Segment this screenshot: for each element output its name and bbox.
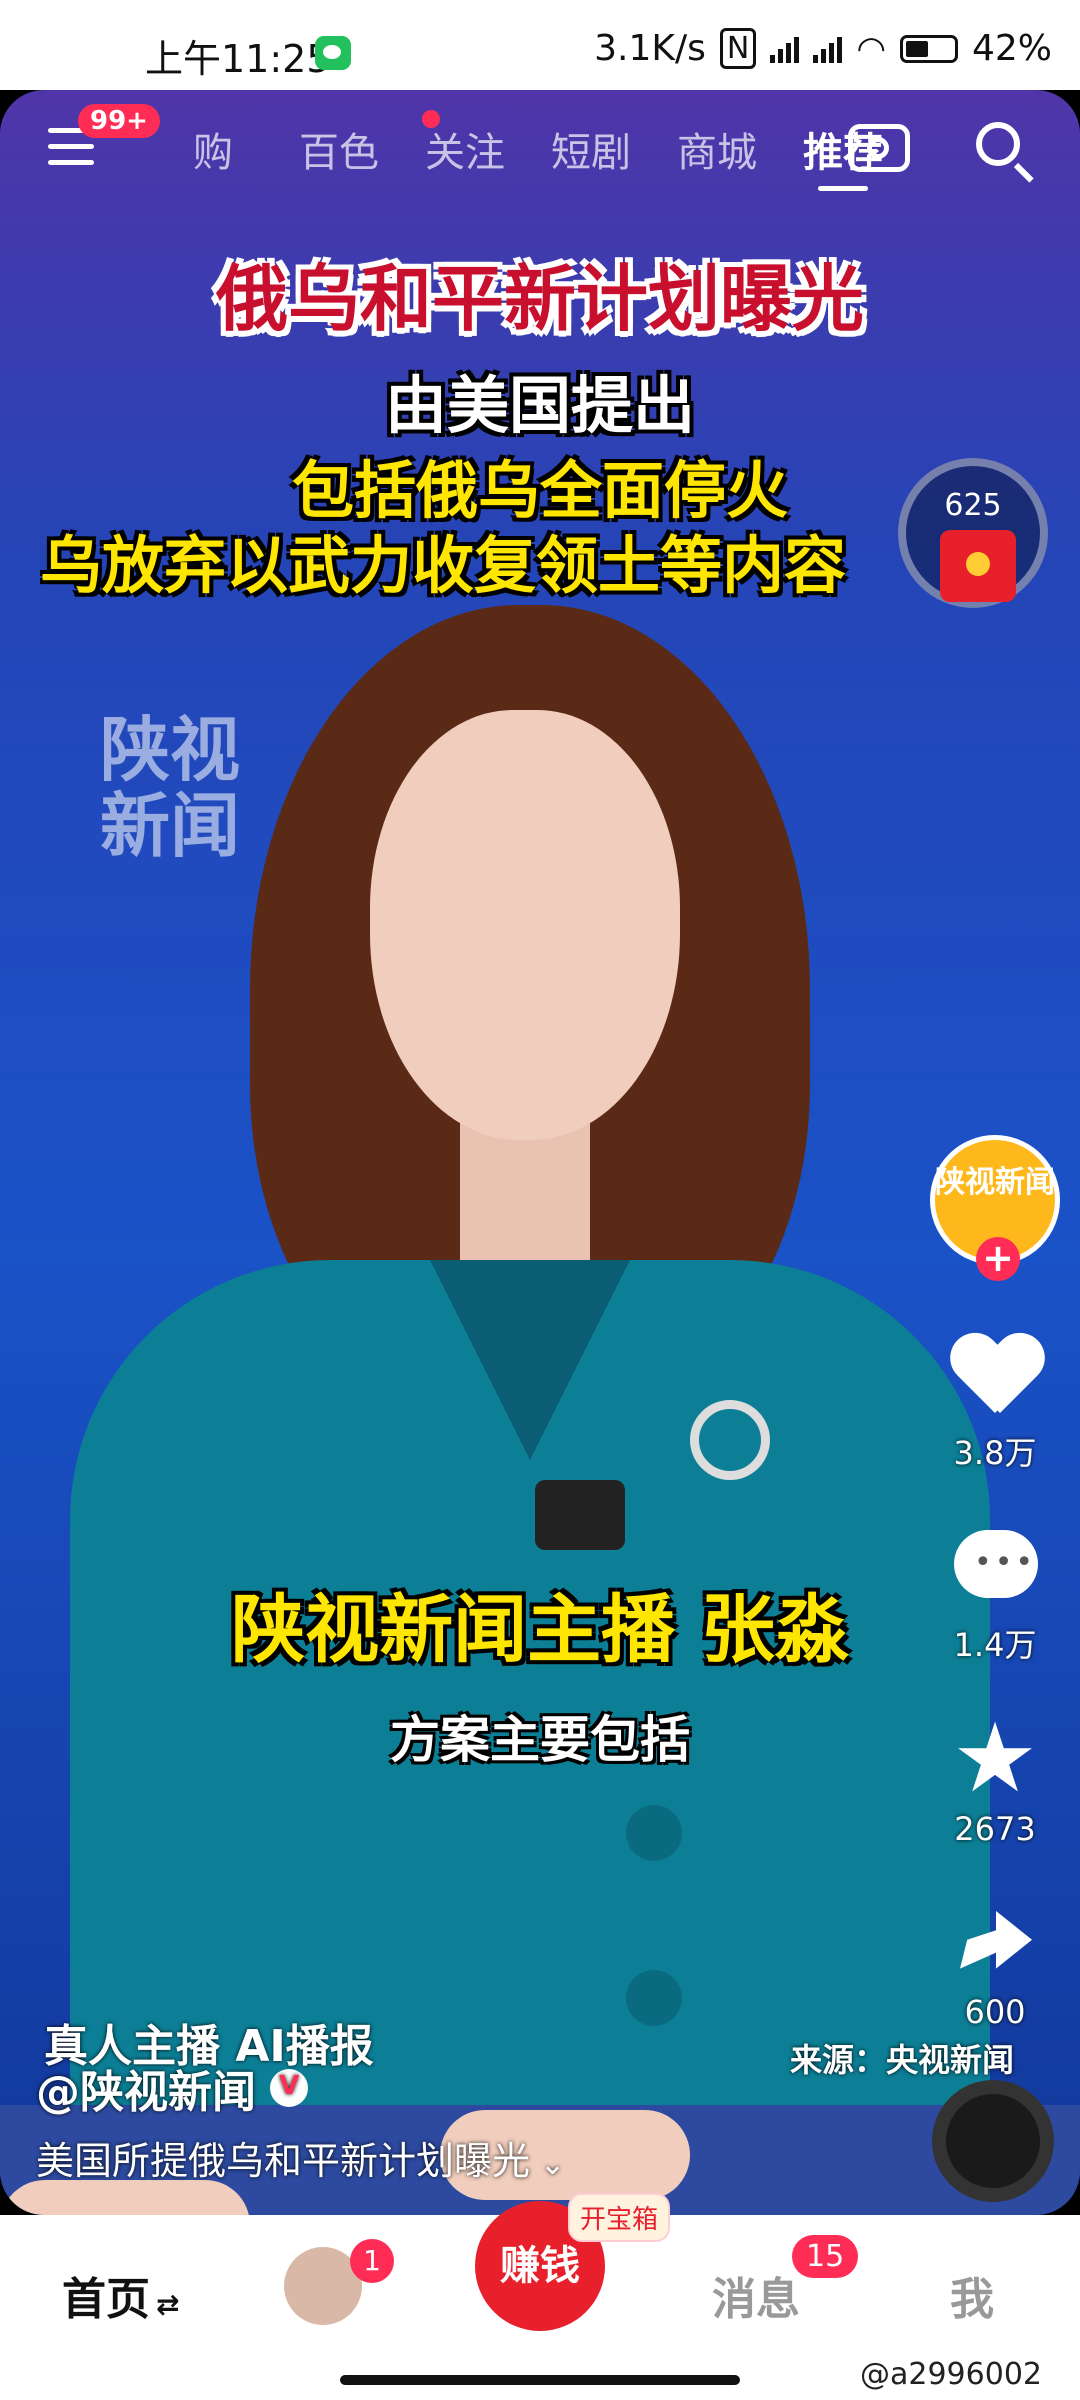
favorite-count: 2673 [954, 1810, 1036, 1848]
video-description[interactable]: 美国所提俄乌和平新计划曝光 ⌄ [36, 2130, 565, 2185]
source-label: 来源：央视新闻 [790, 2041, 1015, 2079]
red-packet-timer[interactable]: 625 [898, 458, 1048, 608]
top-nav: 99+ 购 百色 关注 短剧 商城 推荐 [0, 90, 1080, 210]
net-speed: 3.1K/s [594, 28, 706, 69]
anchor-name-caption: 陕视新闻主播 张淼 [231, 1587, 849, 1673]
tab-short-drama[interactable]: 短剧 [528, 120, 654, 178]
suit-button [626, 1970, 682, 2026]
like-count: 3.8万 [953, 1434, 1037, 1472]
status-right: 3.1K/s N ◠ 42% [594, 28, 1052, 69]
wifi-icon: ◠ [856, 28, 886, 69]
status-bar: 上午11:25 3.1K/s N ◠ 42% [0, 0, 1080, 90]
like-heart-icon[interactable] [950, 1335, 1040, 1415]
tab-shopping[interactable]: 购 [150, 120, 276, 178]
signal-icon-2 [813, 35, 843, 63]
tab-bar: 购 百色 关注 短剧 商城 推荐 [150, 120, 906, 191]
wechat-icon [315, 36, 351, 70]
bottom-nav: 首页 ⇄ 1 赚钱 开宝箱 消息 15 我 @a2996002 [0, 2193, 1080, 2400]
verified-icon [270, 2069, 308, 2107]
anchor-face [370, 710, 680, 1140]
comment-icon[interactable]: ••• [950, 1530, 1040, 1610]
messages-badge: 15 [792, 2235, 859, 2278]
favorite-star-icon[interactable]: ★ [950, 1710, 1040, 1806]
nav-home-label: 首页 [62, 2274, 150, 2325]
home-indicator-bar[interactable] [340, 2375, 740, 2385]
battery-icon [899, 34, 958, 63]
follow-plus-icon[interactable]: + [976, 1237, 1020, 1281]
friends-badge: 1 [350, 2239, 394, 2283]
author-label: @陕视新闻 [36, 2067, 256, 2118]
red-envelope-icon [940, 530, 1016, 602]
comment-count: 1.4万 [953, 1626, 1037, 1664]
tab-following[interactable]: 关注 [402, 120, 528, 178]
weibo-watermark: @a2996002 [860, 2357, 1042, 2392]
switch-icon: ⇄ [156, 2288, 180, 2321]
channel-watermark: 陕视新闻 [100, 709, 240, 867]
tab-local[interactable]: 百色 [276, 120, 402, 178]
battery-level: 42% [971, 28, 1052, 69]
nav-me[interactable]: 我 [950, 2263, 994, 2327]
search-icon[interactable] [976, 122, 1020, 166]
red-packet-count: 625 [944, 488, 1002, 523]
headline-caption: 俄乌和平新计划曝光 [215, 257, 864, 341]
camera-icon[interactable] [848, 124, 910, 172]
caption-line-2: 由美国提出 [384, 369, 695, 442]
share-icon[interactable] [950, 1905, 1040, 1985]
tab-mall[interactable]: 商城 [654, 120, 780, 178]
status-time: 上午11:25 [145, 37, 331, 81]
description-text: 美国所提俄乌和平新计划曝光 [36, 2139, 531, 2183]
suit-button [626, 1805, 682, 1861]
brooch [690, 1400, 770, 1480]
following-dot [422, 110, 440, 128]
music-disc-icon[interactable] [932, 2080, 1054, 2202]
lapel-mic [535, 1480, 625, 1550]
treasure-badge: 开宝箱 [568, 2193, 671, 2242]
nfc-icon: N [719, 28, 757, 69]
nav-messages[interactable]: 消息 [712, 2263, 800, 2327]
signal-icon [770, 35, 800, 63]
author-name[interactable]: @陕视新闻 [36, 2056, 308, 2120]
anchor-hand [0, 2180, 250, 2215]
subtitle: 方案主要包括 [390, 1711, 690, 1769]
menu-badge: 99+ [78, 104, 160, 138]
share-count: 600 [964, 1993, 1026, 2031]
caption-line-4: 乌放弃以武力收复领土等内容 [40, 529, 847, 602]
chevron-down-icon: ⌄ [540, 2147, 566, 2182]
nav-home[interactable]: 首页 ⇄ [62, 2263, 179, 2327]
